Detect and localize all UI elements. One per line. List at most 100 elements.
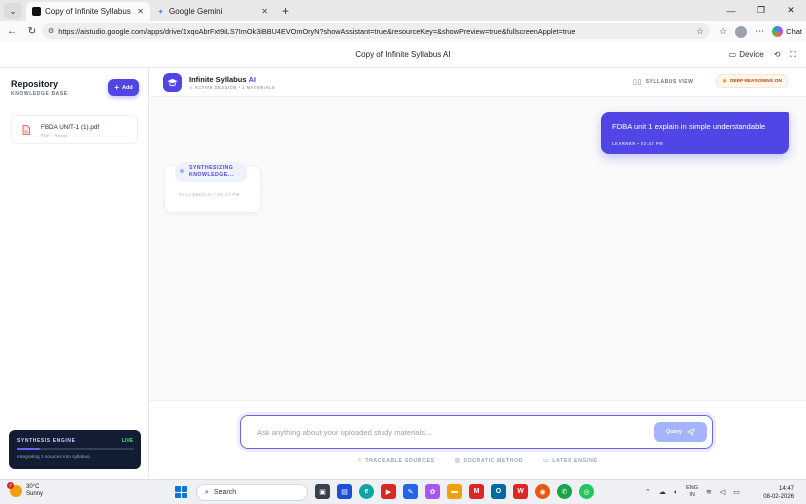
cloud-icon[interactable]: ☁ xyxy=(659,488,666,496)
loading-dot-icon xyxy=(180,169,184,173)
device-icon: ▭ xyxy=(728,50,737,59)
sidebar-subtitle: KNOWLEDGE BASE xyxy=(11,91,68,97)
book-icon: ▯▯ xyxy=(633,79,642,86)
refresh-icon[interactable]: ↻ xyxy=(24,24,40,40)
whiteboard-icon[interactable]: ✎ xyxy=(403,484,418,499)
book-open-icon: ▭ xyxy=(543,458,550,464)
chat-title: Infinite Syllabus AI xyxy=(189,75,256,84)
weather-widget[interactable]: 7 30°C Sunny xyxy=(7,482,43,498)
wps-icon[interactable]: W xyxy=(513,484,528,499)
feature-socratic-method: ◎ SOCRATIC METHOD xyxy=(455,457,524,465)
outlook-icon[interactable]: O xyxy=(491,484,506,499)
file-explorer-icon[interactable]: ▬ xyxy=(447,484,462,499)
status-line-1: SYNTHESIZING xyxy=(189,165,234,171)
query-button[interactable]: Query xyxy=(654,422,707,442)
feature-latex-engine: ▭ LATEX ENGINE xyxy=(543,457,597,465)
show-hidden-icons-icon[interactable]: ⌃ xyxy=(645,488,651,496)
site-info-icon[interactable]: ⚙ xyxy=(48,27,54,35)
edge-icon[interactable]: e xyxy=(359,484,374,499)
add-file-button[interactable]: + Add xyxy=(108,79,139,96)
toolbar-right: ☆ ⋯ Chat xyxy=(719,21,802,42)
tab-actions-menu-icon[interactable]: ⌄ xyxy=(4,3,22,19)
windows-start-icon[interactable] xyxy=(175,486,187,498)
pdf-file-icon xyxy=(22,125,30,135)
battery-icon[interactable]: ▭ xyxy=(733,488,740,496)
sparkle-icon: ✸ xyxy=(722,78,728,85)
syllabus-view-button[interactable]: ▯▯ SYLLABUS VIEW xyxy=(633,78,693,86)
store-icon[interactable]: ▤ xyxy=(337,484,352,499)
close-tab-icon[interactable]: ✕ xyxy=(261,7,268,16)
minimize-icon[interactable]: — xyxy=(716,0,746,21)
browser-tab-gemini[interactable]: ✦ Google Gemini ✕ xyxy=(150,2,274,21)
photos-icon[interactable]: ✿ xyxy=(425,484,440,499)
whatsapp-icon[interactable]: ✆ xyxy=(557,484,572,499)
security-icon[interactable]: ◐ xyxy=(674,489,678,496)
search-icon: ⌕ xyxy=(205,488,209,496)
back-icon[interactable]: ← xyxy=(4,24,20,40)
close-window-icon[interactable]: ✕ xyxy=(776,0,806,21)
windows-taskbar: 7 30°C Sunny ⌕ Search ▣ ▤ e ▶ ✎ ✿ ▬ M O … xyxy=(0,479,806,504)
gemini-favicon-icon: ✦ xyxy=(157,8,164,16)
sidebar-title: Repository xyxy=(11,79,59,89)
url-text: https://aistudio.google.com/apps/drive/1… xyxy=(58,26,576,36)
copilot-icon xyxy=(772,26,784,37)
browser-tab-strip: ⌄ Copy of Infinite Syllabus AI | Goog ✕ … xyxy=(0,0,806,21)
favorites-icon[interactable]: ☆ xyxy=(719,26,727,37)
close-tab-icon[interactable]: ✕ xyxy=(137,7,144,16)
address-bar[interactable]: ⚙ https://aistudio.google.com/apps/drive… xyxy=(42,23,710,39)
weather-temp: 30°C xyxy=(26,484,40,490)
feature-label: TRACEABLE SOURCES xyxy=(365,457,435,464)
refresh-app-icon[interactable]: ⟲ xyxy=(774,50,781,59)
volume-icon[interactable]: ◁ xyxy=(720,488,725,496)
firefox-icon[interactable]: ◉ xyxy=(535,484,550,499)
tab-title: Copy of Infinite Syllabus AI | Goog xyxy=(45,7,133,16)
user-message-text: FDBA unit 1 explain in simple understand… xyxy=(612,122,766,131)
feature-traceable-sources: ⚡ TRACEABLE SOURCES xyxy=(357,457,435,465)
new-tab-icon[interactable]: + xyxy=(282,4,289,18)
taskbar-clock[interactable]: 14:47 08-02-2026 xyxy=(763,485,794,501)
chrome-icon[interactable]: ◎ xyxy=(579,484,594,499)
add-label: Add xyxy=(121,84,133,91)
chat-header: Infinite Syllabus AI ◎ ACTIVE SESSION • 1… xyxy=(149,68,806,97)
send-icon xyxy=(687,428,695,436)
device-button[interactable]: ▭ Device xyxy=(729,50,764,59)
language-indicator[interactable]: ENG IN xyxy=(686,485,698,499)
clock-date: 08-02-2026 xyxy=(763,494,794,500)
browser-tab-active[interactable]: Copy of Infinite Syllabus AI | Goog ✕ xyxy=(26,2,150,21)
app-title-bar: Copy of Infinite Syllabus AI ▭ Device ⟲ … xyxy=(0,42,806,68)
fullscreen-icon[interactable]: ⛶ xyxy=(790,50,796,60)
synthesizing-status: SYNTHESIZING KNOWLEDGE... xyxy=(175,162,247,182)
repository-sidebar: Repository KNOWLEDGE BASE + Add FBDA UNI… xyxy=(0,68,149,479)
query-label: Query xyxy=(666,429,682,435)
wifi-icon[interactable]: ≋ xyxy=(706,488,712,496)
file-item[interactable]: FBDA UNIT-1 (1).pdf PDF · Ready xyxy=(11,115,138,144)
restore-icon[interactable]: ❐ xyxy=(746,0,776,21)
mcafee-icon[interactable]: M xyxy=(469,484,484,499)
synthesis-engine-card: SYNTHESIS ENGINE LIVE Integrating 1 sour… xyxy=(9,430,141,469)
taskbar-search[interactable]: ⌕ Search xyxy=(196,484,308,501)
profile-avatar[interactable] xyxy=(735,25,748,38)
engine-progress-bar xyxy=(17,448,134,450)
window-controls: — ❐ ✕ xyxy=(716,0,806,21)
weather-text: 30°C Sunny xyxy=(26,484,43,498)
task-view-icon[interactable]: ▣ xyxy=(315,484,330,499)
copilot-label: Chat xyxy=(786,27,802,36)
question-input[interactable]: Ask anything about your uploaded study m… xyxy=(240,415,713,449)
composer: Ask anything about your uploaded study m… xyxy=(149,400,806,479)
clock-time: 14:47 xyxy=(778,486,794,492)
more-menu-icon[interactable]: ⋯ xyxy=(755,26,764,37)
feature-label: SOCRATIC METHOD xyxy=(463,457,524,464)
user-message-meta: LEARNER • 02:47 PM xyxy=(612,141,664,146)
youtube-icon[interactable]: ▶ xyxy=(381,484,396,499)
sun-icon: 7 xyxy=(7,482,22,497)
status-line-2: KNOWLEDGE... xyxy=(189,172,234,178)
search-label: Search xyxy=(213,489,237,496)
session-text: ACTIVE SESSION • 1 MATERIALS xyxy=(194,85,276,90)
deep-reasoning-label: DEEP REASONING ON xyxy=(730,78,782,84)
copilot-chat-button[interactable]: Chat xyxy=(772,26,802,37)
weather-desc: Sunny xyxy=(26,491,44,497)
deep-reasoning-toggle[interactable]: ✸ DEEP REASONING ON xyxy=(716,74,788,88)
bookmark-star-icon[interactable]: ☆ xyxy=(696,26,704,37)
engine-title: SYNTHESIS ENGINE xyxy=(17,438,76,444)
chat-title-accent: AI xyxy=(248,75,257,84)
